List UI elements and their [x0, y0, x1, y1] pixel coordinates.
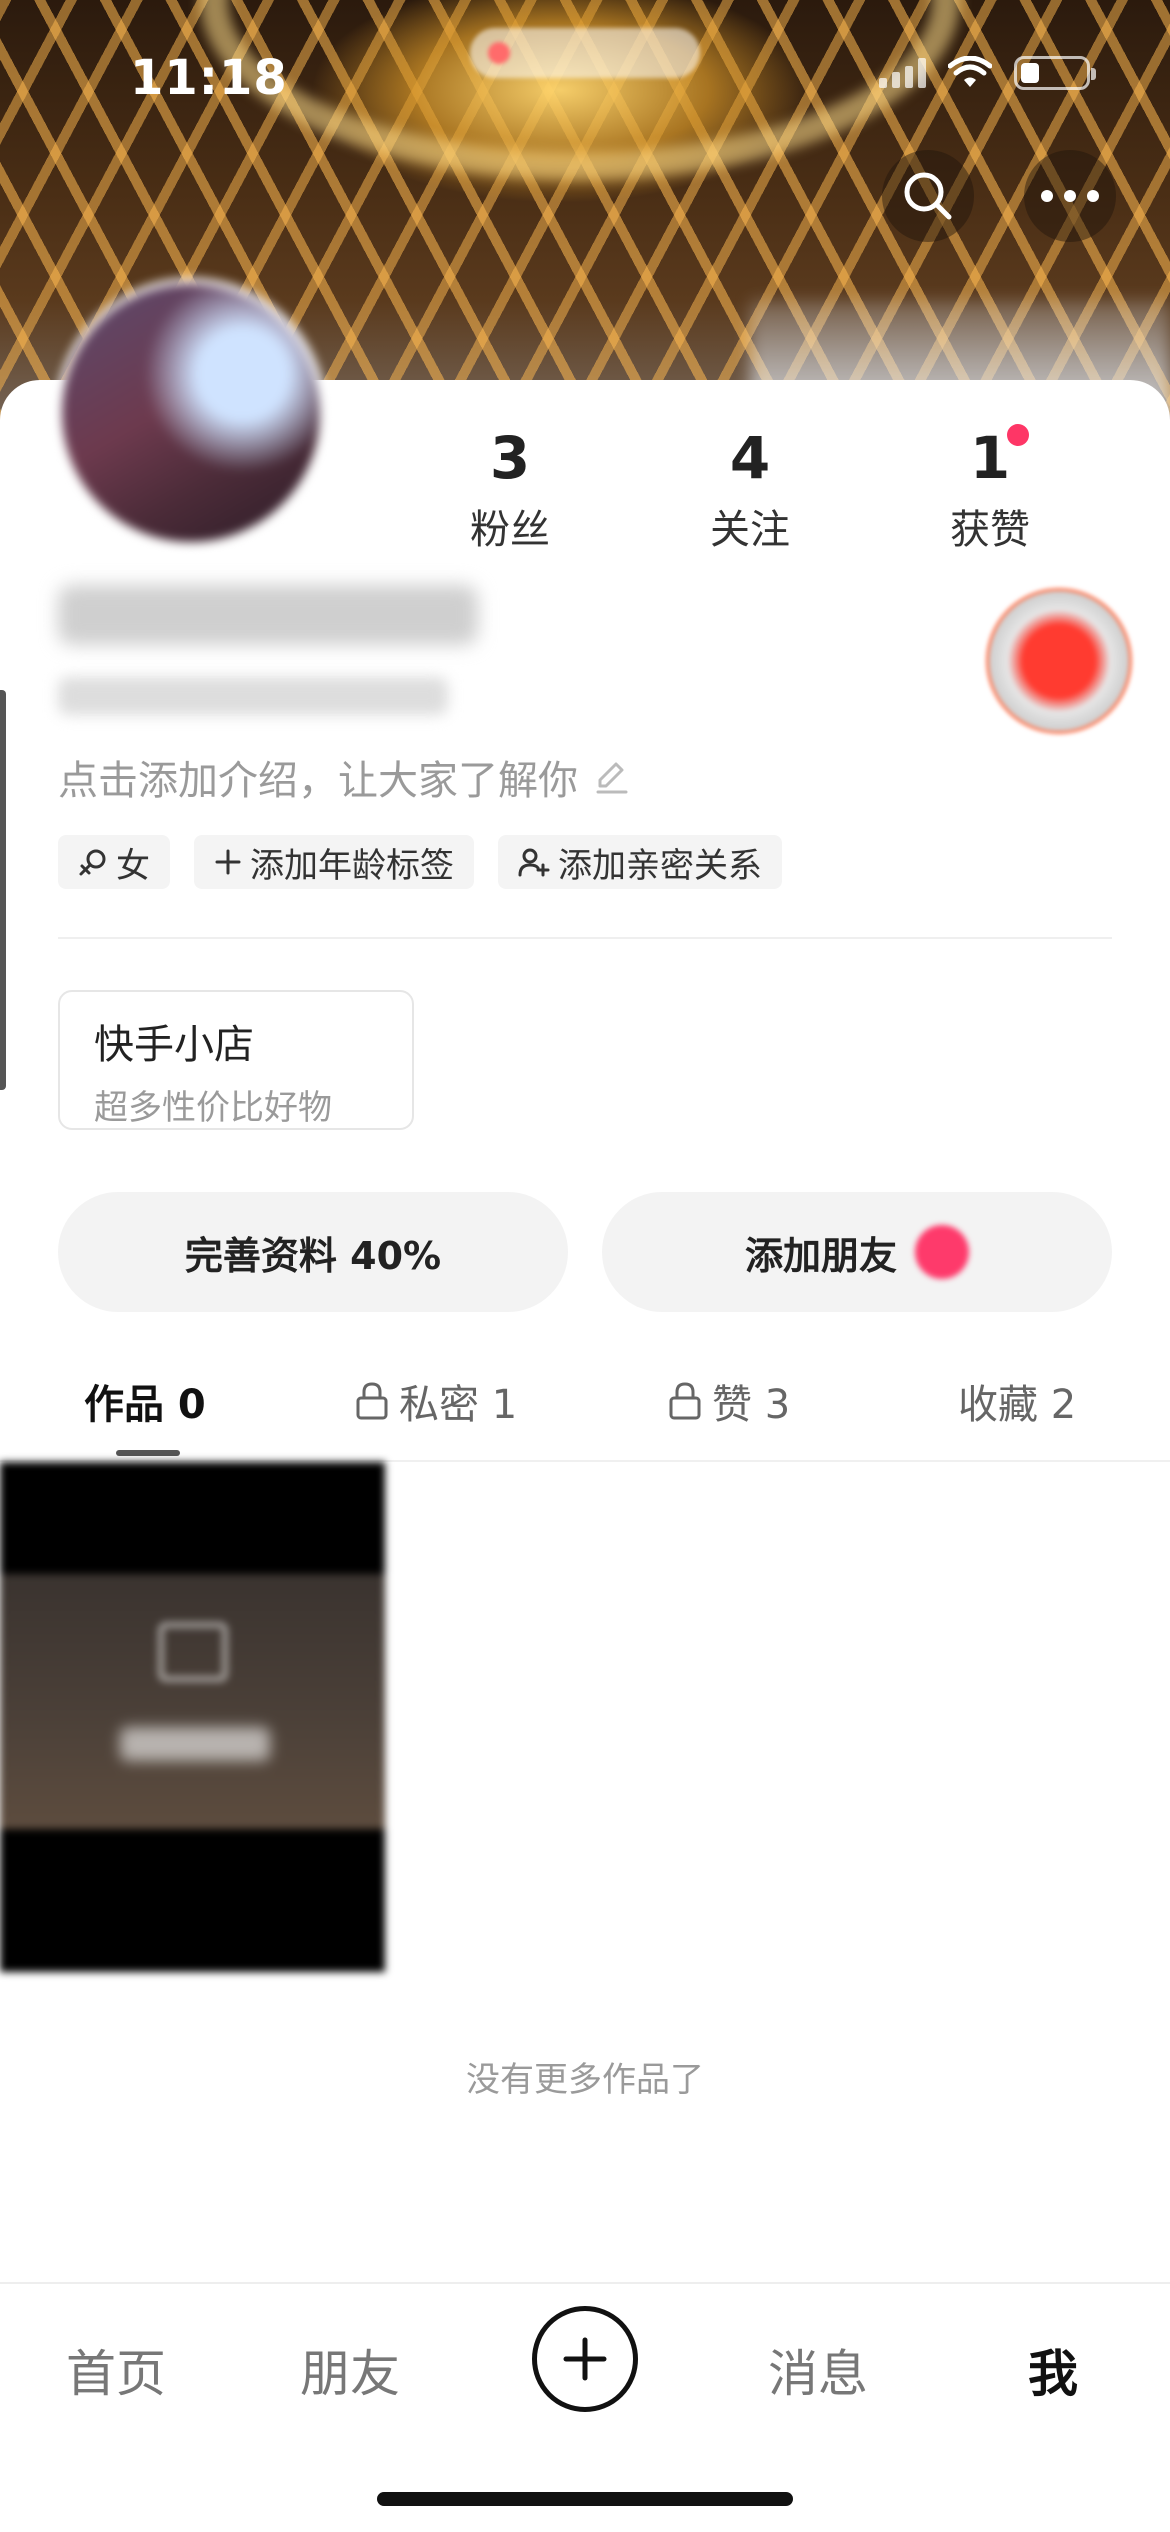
add-relationship-tag-label: 添加亲密关系	[558, 845, 762, 886]
search-button[interactable]	[882, 150, 974, 242]
no-more-works-text: 没有更多作品了	[466, 2060, 704, 2100]
section-divider	[58, 937, 1112, 939]
likes-label: 获赞	[950, 507, 1030, 553]
fans-count: 3	[489, 424, 531, 492]
stat-likes[interactable]: 1 获赞	[900, 425, 1080, 555]
more-button[interactable]	[1024, 150, 1116, 242]
active-tab-indicator	[116, 1450, 180, 1456]
wifi-icon	[948, 56, 992, 87]
shop-subtitle: 超多性价比好物	[94, 1088, 332, 1128]
recording-dot-icon	[488, 42, 510, 64]
nav-me[interactable]: 我	[1028, 2334, 1078, 2406]
add-relationship-tag[interactable]: 添加亲密关系	[498, 835, 782, 889]
user-id-redacted[interactable]	[58, 677, 448, 715]
likes-count: 1	[969, 424, 1011, 492]
likes-notification-dot	[1007, 424, 1029, 446]
more-icon	[1041, 190, 1099, 202]
kuaishou-shop-card[interactable]: 快手小店 超多性价比好物	[58, 990, 414, 1130]
create-post-button[interactable]	[532, 2306, 638, 2412]
following-count: 4	[729, 424, 771, 492]
complete-profile-label: 完善资料 40%	[184, 1233, 442, 1278]
complete-profile-button[interactable]: 完善资料 40%	[58, 1192, 568, 1312]
plus-icon	[215, 849, 241, 875]
nav-friends[interactable]: 朋友	[300, 2334, 400, 2406]
add-age-tag[interactable]: 添加年龄标签	[194, 835, 474, 889]
nav-messages[interactable]: 消息	[768, 2334, 868, 2406]
tab-liked-label: 赞 3	[712, 1382, 791, 1428]
tab-works-label: 作品 0	[84, 1382, 206, 1428]
intro-prompt[interactable]: 点击添加介绍，让大家了解你	[58, 748, 630, 806]
lock-icon	[669, 1382, 701, 1420]
tab-private-label: 私密 1	[399, 1382, 518, 1428]
search-icon	[904, 172, 952, 220]
tab-works[interactable]: 作品 0	[84, 1372, 206, 1430]
signal-icon	[879, 58, 926, 88]
stat-fans[interactable]: 3 粉丝	[420, 425, 600, 555]
add-person-icon	[518, 848, 550, 877]
status-time: 11:18	[130, 50, 288, 106]
edge-handle[interactable]	[0, 690, 6, 1090]
red-packet-widget[interactable]	[986, 588, 1132, 734]
video-thumbnail[interactable]	[0, 1462, 385, 1972]
following-label: 关注	[710, 507, 790, 553]
tab-favorites-label: 收藏 2	[958, 1382, 1077, 1428]
edit-pencil-icon	[596, 762, 628, 794]
intro-text: 点击添加介绍，让大家了解你	[58, 758, 578, 804]
gender-tag-label: 女	[116, 845, 150, 886]
thumbnail-label-redacted	[120, 1727, 270, 1761]
plus-circle-icon	[563, 2337, 607, 2381]
cover-light-ring	[200, 0, 960, 180]
home-indicator[interactable]	[377, 2492, 793, 2506]
status-icons	[879, 56, 1096, 90]
shop-title: 快手小店	[94, 1022, 254, 1068]
tab-liked[interactable]: 赞 3	[668, 1372, 790, 1430]
tab-favorites[interactable]: 收藏 2	[958, 1372, 1076, 1430]
add-age-tag-label: 添加年龄标签	[250, 845, 454, 886]
dynamic-island-pill	[470, 28, 700, 78]
username-redacted	[58, 585, 478, 645]
female-icon	[79, 849, 106, 876]
nav-home[interactable]: 首页	[66, 2334, 166, 2406]
profile-tags: 女 添加年龄标签 添加亲密关系	[58, 835, 782, 889]
fans-label: 粉丝	[470, 507, 550, 553]
add-friends-button[interactable]: 添加朋友	[602, 1192, 1112, 1312]
stat-following[interactable]: 4 关注	[660, 425, 840, 555]
friend-request-badge	[915, 1225, 969, 1279]
add-friends-label: 添加朋友	[744, 1233, 897, 1278]
avatar[interactable]	[56, 278, 326, 548]
tab-private[interactable]: 私密 1	[355, 1372, 517, 1430]
lock-icon	[356, 1382, 388, 1420]
gender-tag[interactable]: 女	[58, 835, 170, 889]
video-icon	[158, 1622, 228, 1682]
battery-icon	[1014, 56, 1096, 90]
